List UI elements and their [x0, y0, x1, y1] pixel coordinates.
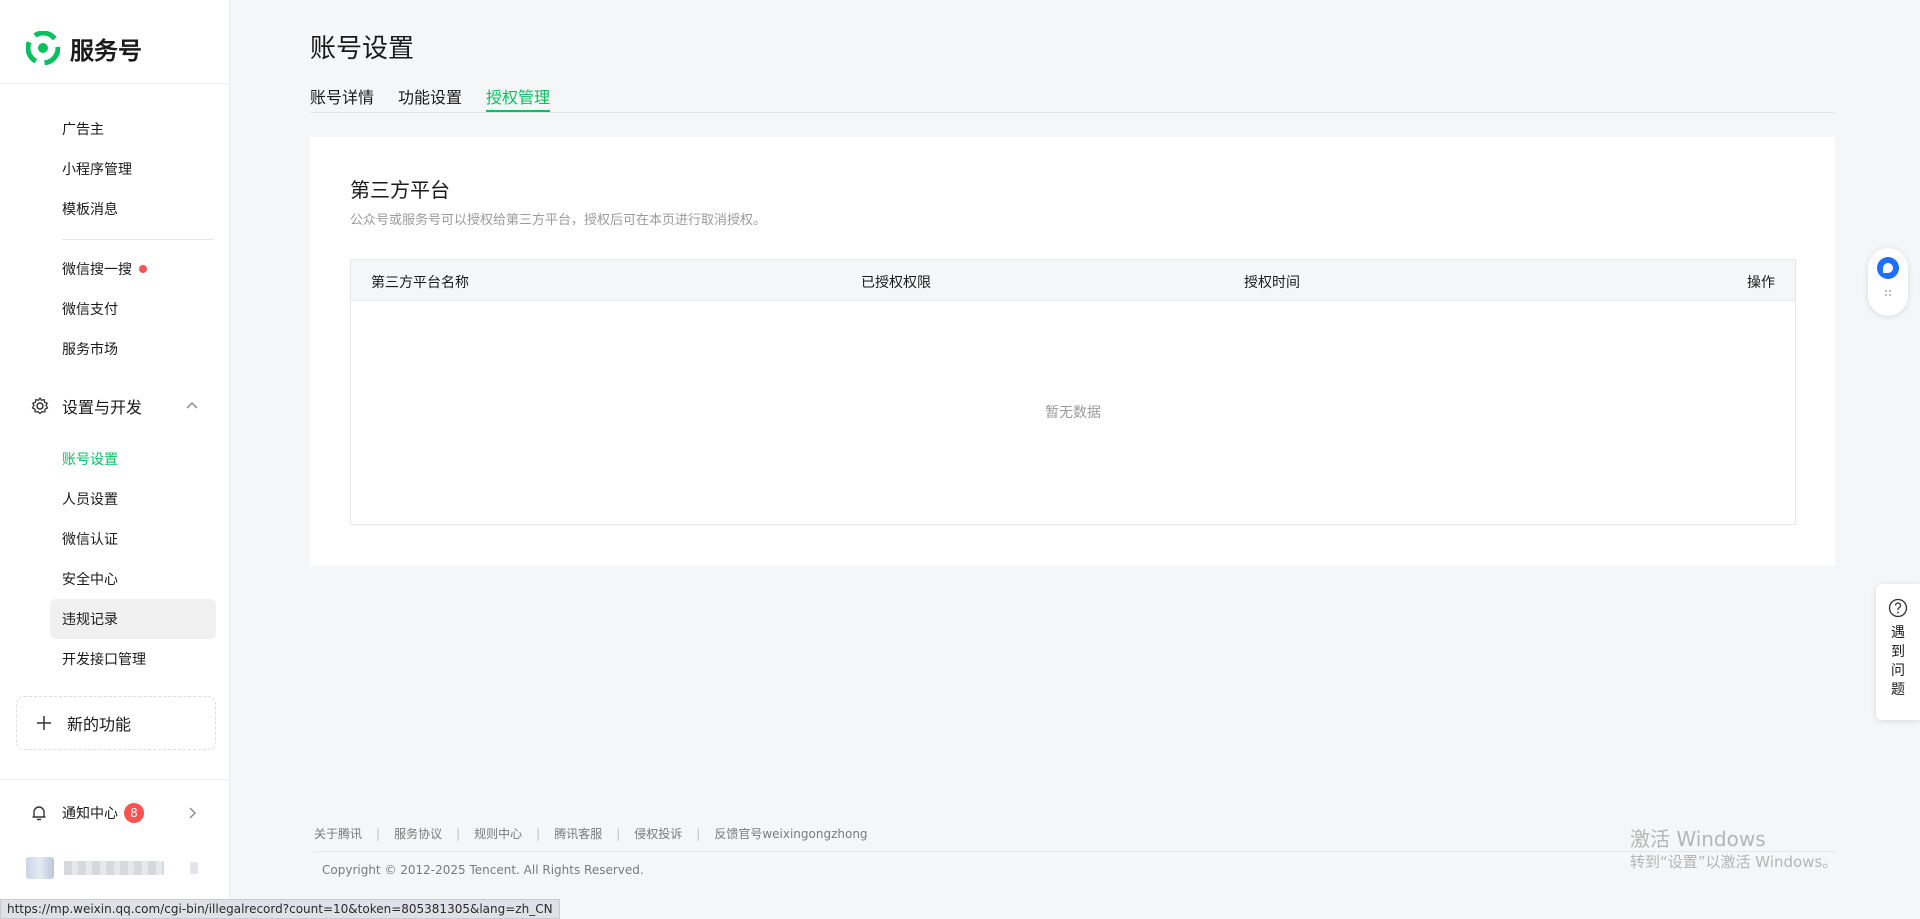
sidebar-item-label: 模板消息: [62, 202, 118, 218]
copyright: Copyright © 2012-2025 Tencent. All Right…: [322, 863, 644, 877]
chat-bubble-icon[interactable]: [1876, 256, 1900, 280]
third-party-card: 第三方平台 公众号或服务号可以授权给第三方平台，授权后可在本页进行取消授权。 第…: [310, 137, 1835, 566]
column-header-platform: 第三方平台名称: [371, 275, 469, 291]
sidebar: 服务号 广告主 小程序管理 模板消息 微信搜一搜 微信支付 服务市场 设置与开发…: [0, 0, 230, 919]
card-description: 公众号或服务号可以授权给第三方平台，授权后可在本页进行取消授权。: [350, 213, 767, 228]
tab-authorization[interactable]: 授权管理: [486, 84, 551, 112]
footer-links: 关于腾讯 | 服务协议 | 规则中心 | 腾讯客服 | 侵权投诉 | 反馈官号w…: [314, 825, 868, 842]
page-title: 账号设置: [310, 34, 415, 64]
footer-separator: |: [696, 826, 701, 841]
drag-handle-icon[interactable]: [1883, 288, 1893, 298]
footer-divider: [314, 851, 1837, 852]
help-label: 遇到问题: [1891, 625, 1905, 698]
column-header-actions: 操作: [1747, 275, 1775, 291]
sidebar-item-template-msg[interactable]: 模板消息: [50, 189, 216, 229]
auth-table: 第三方平台名称 已授权权限 授权时间 操作 暂无数据: [350, 259, 1796, 525]
sidebar-item-label: 安全中心: [62, 572, 118, 588]
notification-center[interactable]: 通知中心 8: [30, 797, 210, 829]
tab-bar: 账号详情 功能设置 授权管理: [310, 82, 1835, 113]
tab-function-settings[interactable]: 功能设置: [398, 84, 462, 112]
footer-link-rules[interactable]: 规则中心: [474, 825, 522, 842]
footer-separator: |: [456, 826, 461, 841]
floating-assistant[interactable]: [1868, 248, 1908, 316]
table-header: 第三方平台名称 已授权权限 授权时间 操作: [351, 260, 1795, 301]
sidebar-item-label: 服务市场: [62, 342, 118, 358]
wechat-service-logo-icon: [26, 31, 60, 65]
account-name-blurred: [64, 861, 164, 875]
sidebar-item-wechat-search[interactable]: 微信搜一搜: [50, 249, 216, 289]
footer-link-terms[interactable]: 服务协议: [394, 825, 442, 842]
brand[interactable]: 服务号: [26, 30, 142, 66]
column-header-permissions: 已授权权限: [861, 275, 931, 291]
footer-separator: |: [536, 826, 541, 841]
sidebar-item-label: 广告主: [62, 122, 104, 138]
sidebar-item-label: 小程序管理: [62, 162, 132, 178]
account-more: [190, 862, 198, 874]
gear-icon: [31, 397, 49, 415]
new-feature-label: 新的功能: [67, 715, 132, 734]
sidebar-item-label: 微信搜一搜: [62, 262, 132, 278]
empty-state: 暂无数据: [1045, 405, 1101, 421]
section-label: 设置与开发: [62, 398, 143, 417]
notification-badge: 8: [124, 803, 144, 823]
sidebar-item-security-center[interactable]: 安全中心: [50, 559, 216, 599]
footer-link-infringement[interactable]: 侵权投诉: [634, 825, 682, 842]
sidebar-item-dev-api[interactable]: 开发接口管理: [50, 639, 216, 679]
question-circle-icon: [1888, 598, 1908, 618]
avatar: [26, 857, 54, 879]
sidebar-item-label: 微信认证: [62, 532, 118, 548]
chevron-right-icon: [189, 807, 196, 819]
sidebar-item-advertiser[interactable]: 广告主: [50, 109, 216, 149]
help-button[interactable]: 遇到问题: [1876, 584, 1920, 720]
plus-icon: [37, 716, 51, 730]
brand-name: 服务号: [70, 36, 142, 65]
sidebar-item-mini-program[interactable]: 小程序管理: [50, 149, 216, 189]
windows-activation-watermark-title: 激活 Windows: [1630, 827, 1766, 851]
tab-account-details[interactable]: 账号详情: [310, 84, 374, 112]
new-feature-button[interactable]: 新的功能: [16, 696, 216, 750]
sidebar-section-settings-dev[interactable]: 设置与开发: [30, 386, 210, 426]
footer-separator: |: [616, 826, 621, 841]
windows-activation-watermark-hint: 转到“设置”以激活 Windows。: [1630, 853, 1838, 871]
browser-status-url: https://mp.weixin.qq.com/cgi-bin/illegal…: [0, 899, 560, 919]
sidebar-item-label: 开发接口管理: [62, 652, 146, 668]
sidebar-item-violation-record[interactable]: 违规记录: [50, 599, 216, 639]
sidebar-item-wechat-verify[interactable]: 微信认证: [50, 519, 216, 559]
sidebar-divider: [62, 239, 214, 240]
footer-separator: |: [376, 826, 381, 841]
sidebar-item-label: 账号设置: [62, 452, 118, 468]
footer-link-about[interactable]: 关于腾讯: [314, 825, 362, 842]
column-header-auth-time: 授权时间: [1244, 275, 1300, 291]
sidebar-item-staff-settings[interactable]: 人员设置: [50, 479, 216, 519]
sidebar-item-service-market[interactable]: 服务市场: [50, 329, 216, 369]
bell-icon: [32, 806, 46, 821]
account-info[interactable]: [26, 855, 206, 881]
brand-divider: [0, 83, 229, 84]
sidebar-item-wechat-pay[interactable]: 微信支付: [50, 289, 216, 329]
chevron-up-icon[interactable]: [184, 398, 200, 414]
footer-link-feedback[interactable]: 反馈官号weixingongzhong: [714, 825, 867, 842]
notification-dot: [139, 265, 147, 273]
notification-label: 通知中心: [62, 806, 118, 822]
sidebar-item-account-settings[interactable]: 账号设置: [50, 439, 216, 479]
sidebar-bottom-divider: [0, 779, 229, 780]
footer-link-support[interactable]: 腾讯客服: [554, 825, 602, 842]
sidebar-item-label: 人员设置: [62, 492, 118, 508]
card-title: 第三方平台: [350, 178, 450, 202]
sidebar-item-label: 违规记录: [62, 612, 118, 628]
sidebar-item-label: 微信支付: [62, 302, 118, 318]
